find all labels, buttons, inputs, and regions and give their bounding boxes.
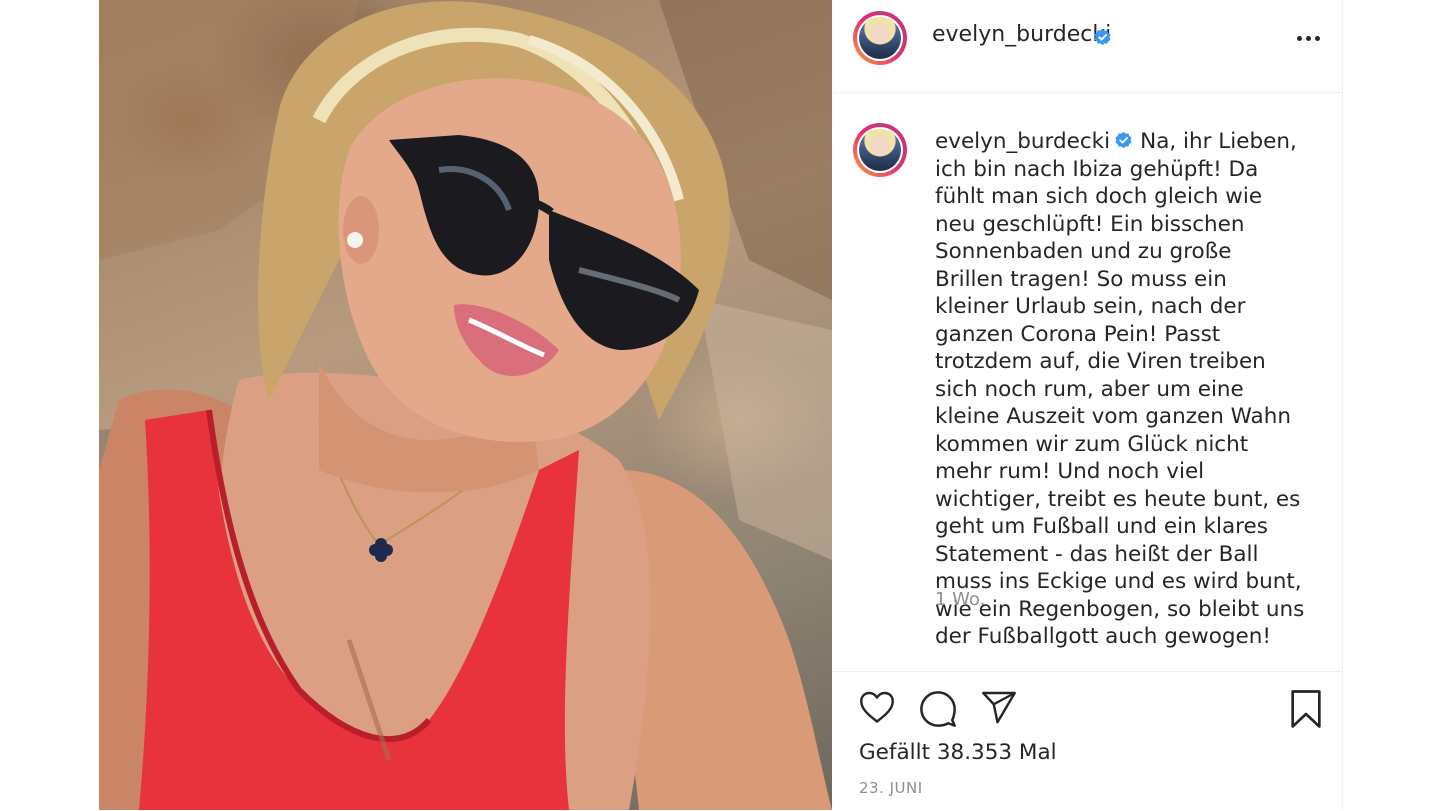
- post-photo[interactable]: [99, 0, 832, 810]
- post-header: evelyn_burdecki: [832, 0, 1342, 93]
- post-caption: evelyn_burdecki Na, ihr Lieben, ich bin …: [935, 128, 1305, 651]
- more-options-icon[interactable]: [1297, 28, 1323, 48]
- post-date: 23. JUNI: [859, 779, 923, 797]
- likes-count[interactable]: Gefällt 38.353 Mal: [859, 740, 1057, 765]
- post-time-ago[interactable]: 1 Wo.: [935, 589, 985, 610]
- post-details-panel: evelyn_burdecki evelyn_burdecki Na, ihr …: [832, 0, 1343, 810]
- verified-badge-icon: [1115, 131, 1132, 149]
- heart-icon[interactable]: [858, 690, 896, 726]
- header-avatar[interactable]: [853, 11, 907, 65]
- caption-text: Na, ihr Lieben, ich bin nach Ibiza gehüp…: [935, 129, 1305, 649]
- share-icon[interactable]: [980, 690, 1018, 726]
- verified-badge-icon: [1094, 28, 1111, 46]
- caption-avatar[interactable]: [853, 123, 907, 177]
- bookmark-icon[interactable]: [1288, 689, 1324, 729]
- selfie-illustration: [99, 0, 832, 810]
- caption-username[interactable]: evelyn_burdecki: [935, 129, 1110, 154]
- comment-icon[interactable]: [919, 690, 957, 728]
- header-username[interactable]: evelyn_burdecki: [932, 22, 1111, 47]
